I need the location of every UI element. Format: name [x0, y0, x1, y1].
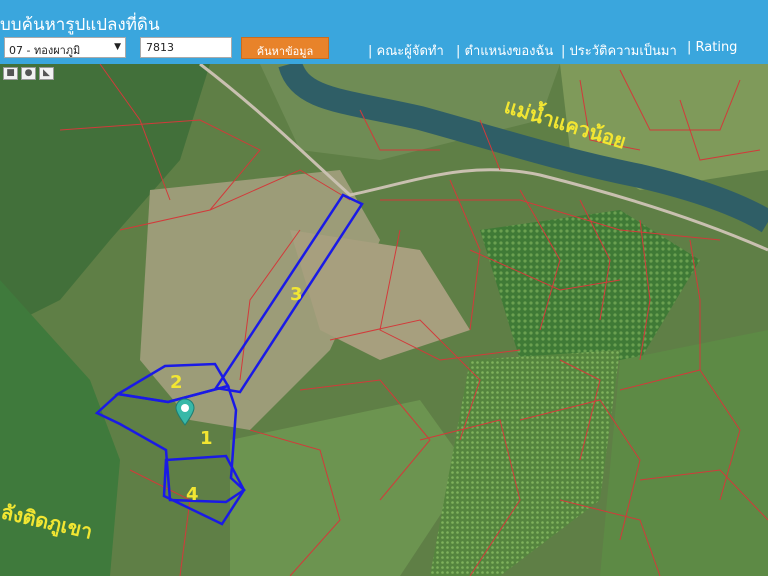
district-select-value: 07 - ทองผาภูมิ [9, 44, 81, 57]
circle-draw-icon[interactable]: ● [21, 67, 36, 80]
satellite-map[interactable]: แม่น้ำแควน้อย ลังติดภูเขา 1 2 3 4 [0, 64, 768, 576]
plot-label-2: 2 [170, 372, 183, 393]
draw-toolbar: ■ ● ◣ [3, 67, 54, 80]
nav-history[interactable]: | ประวัติความเป็นมา [561, 40, 677, 61]
field-southeast [600, 330, 768, 576]
plot-label-1: 1 [200, 428, 213, 449]
app-title: บบค้นหารูปแปลงที่ดิน [0, 15, 160, 35]
chevron-down-icon: ▼ [114, 42, 121, 52]
search-button[interactable]: ค้นหาข้อมูล [241, 37, 329, 59]
plot-label-4: 4 [186, 484, 199, 505]
square-draw-icon[interactable]: ■ [3, 67, 18, 80]
plot-label-3: 3 [290, 284, 303, 305]
top-bar: บบค้นหารูปแปลงที่ดิน 07 - ทองผาภูมิ ▼ 78… [0, 0, 768, 64]
nav-team[interactable]: | คณะผู้จัดทำ [368, 40, 444, 61]
nav-rating[interactable]: | Rating [687, 40, 737, 55]
district-select[interactable]: 07 - ทองผาภูมิ ▼ [4, 37, 126, 58]
polygon-draw-icon[interactable]: ◣ [39, 67, 54, 80]
parcel-number-input[interactable]: 7813 [140, 37, 232, 58]
nav-my-location[interactable]: | ตำแหน่งของฉัน [456, 40, 553, 61]
